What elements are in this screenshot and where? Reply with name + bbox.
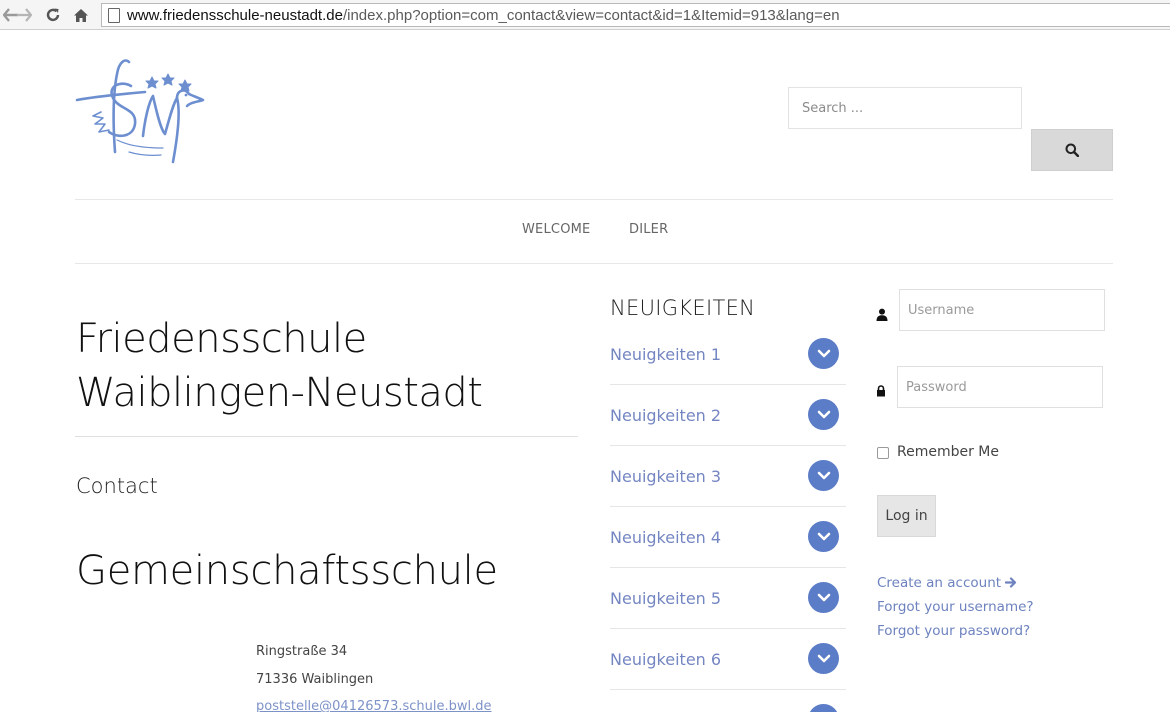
news-item[interactable]: Neuigkeiten 5: [610, 568, 846, 629]
chevron-down-icon[interactable]: [808, 338, 839, 369]
password-field[interactable]: [897, 366, 1103, 408]
news-item-label: Neuigkeiten 3: [610, 467, 722, 486]
news-item-label: Neuigkeiten 1: [610, 345, 722, 364]
reload-button[interactable]: [42, 4, 64, 26]
news-item[interactable]: Neuigkeiten 3: [610, 446, 846, 507]
search-input[interactable]: [788, 87, 1022, 129]
news-item[interactable]: Neuigkeiten 1: [610, 324, 846, 385]
news-item[interactable]: Neuigkeiten 4: [610, 507, 846, 568]
news-item-label: Neuigkeiten 2: [610, 406, 722, 425]
chevron-down-icon[interactable]: [808, 643, 839, 674]
arrow-right-icon: [1005, 577, 1017, 588]
page-title-line2: Waiblingen-Neustadt: [76, 370, 483, 416]
school-logo[interactable]: [73, 54, 207, 168]
menu-item-diler[interactable]: DILER: [629, 222, 668, 237]
page-title-line1: Friedensschule: [76, 316, 367, 362]
browser-toolbar: www.friedensschule-neustadt.de/index.php…: [0, 0, 1170, 30]
chevron-down-icon[interactable]: [808, 582, 839, 613]
home-button[interactable]: [70, 4, 92, 26]
create-account-link[interactable]: Create an account: [877, 575, 1017, 591]
title-divider: [75, 436, 578, 437]
url-host: www.friedensschule-neustadt.de: [127, 6, 343, 24]
address-city: 71336 Waiblingen: [256, 672, 374, 687]
news-item[interactable]: Neuigkeiten 2: [610, 385, 846, 446]
address-bar[interactable]: www.friedensschule-neustadt.de/index.php…: [101, 3, 1170, 27]
news-heading: NEUIGKEITEN: [610, 296, 756, 320]
url-path: /index.php?option=com_contact&view=conta…: [342, 6, 840, 24]
forward-button[interactable]: [13, 4, 35, 26]
create-account-label: Create an account: [877, 575, 1002, 591]
username-field[interactable]: [899, 289, 1105, 331]
news-item-label: Neuigkeiten 6: [610, 650, 722, 669]
remember-me-label[interactable]: Remember Me: [897, 444, 999, 460]
page-title: Friedensschule Waiblingen-Neustadt: [76, 312, 576, 420]
email-link[interactable]: poststelle@04126573.schule.bwl.de: [256, 699, 492, 712]
news-item-label: Neuigkeiten 5: [610, 589, 722, 608]
address-email[interactable]: poststelle@04126573.schule.bwl.de: [256, 699, 492, 712]
lock-icon: [874, 384, 888, 398]
menu-divider: [75, 263, 1113, 264]
chevron-down-icon[interactable]: [808, 460, 839, 491]
chevron-down-icon[interactable]: [808, 704, 839, 712]
header-divider: [75, 199, 1113, 200]
news-item[interactable]: Neuigkeiten 6: [610, 629, 846, 690]
chevron-down-icon[interactable]: [808, 521, 839, 552]
contact-heading: Contact: [76, 474, 158, 498]
school-heading: Gemeinschaftsschule: [76, 548, 498, 594]
user-icon: [875, 307, 889, 321]
remember-me-checkbox[interactable]: [877, 447, 889, 459]
menu-item-welcome[interactable]: WELCOME: [522, 222, 590, 237]
search-button[interactable]: [1031, 129, 1113, 171]
news-item-label: Neuigkeiten 4: [610, 528, 722, 547]
forgot-password-link[interactable]: Forgot your password?: [877, 623, 1030, 639]
chevron-down-icon[interactable]: [808, 399, 839, 430]
login-button[interactable]: Log in: [877, 495, 936, 537]
page-icon: [108, 7, 120, 23]
search-icon: [1065, 143, 1079, 157]
address-street: Ringstraße 34: [256, 644, 348, 659]
forgot-username-link[interactable]: Forgot your username?: [877, 599, 1034, 615]
